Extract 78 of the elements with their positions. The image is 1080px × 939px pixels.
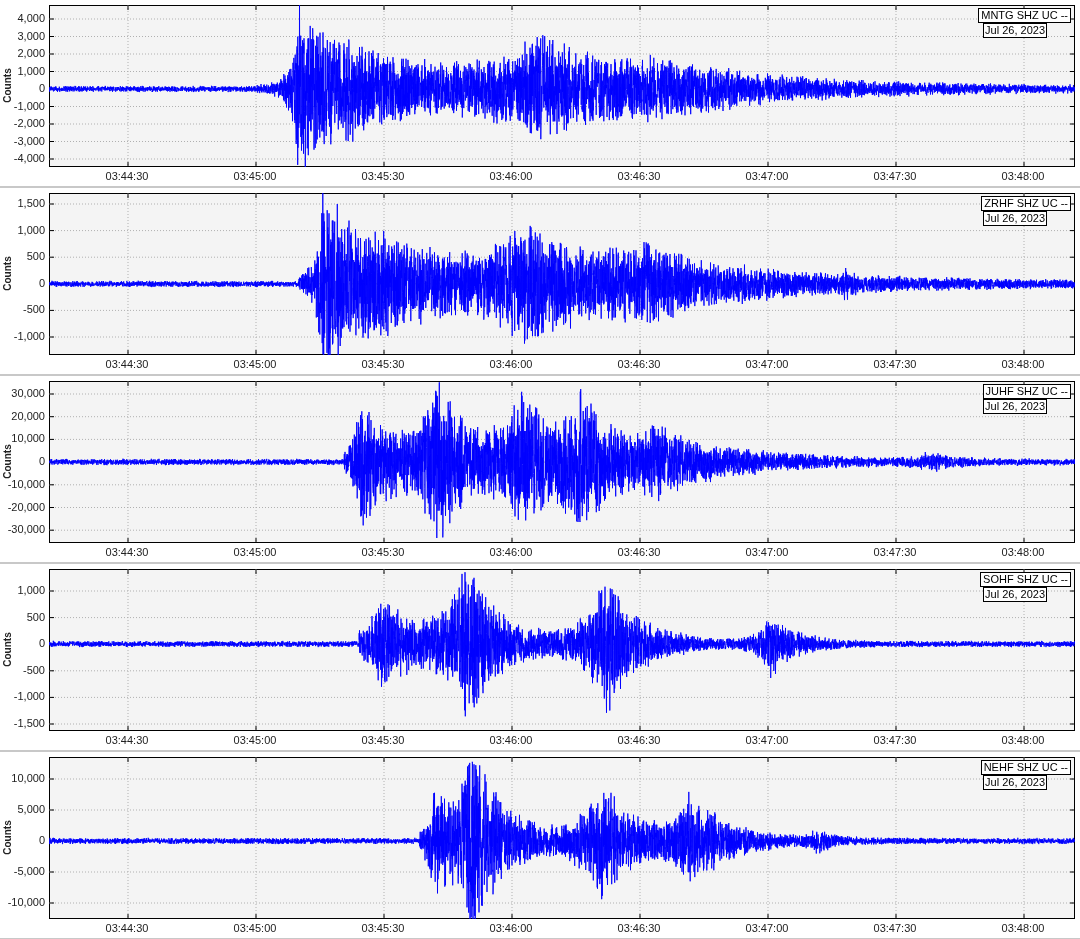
x-tick-label: 03:44:30: [104, 170, 150, 182]
y-tick-label: 10,000: [11, 432, 45, 445]
x-tick-label: 03:46:30: [616, 922, 662, 934]
station-label: SOHF SHZ UC --: [980, 572, 1071, 587]
x-tick-label: 03:44:30: [104, 734, 150, 746]
y-tick-label: -20,000: [6, 500, 45, 513]
y-tick-label: 10,000: [10, 772, 45, 784]
y-tick-label: -4,000: [12, 152, 45, 164]
x-tick-label: 03:45:00: [232, 358, 278, 370]
x-tick-label: 03:47:30: [872, 734, 918, 746]
x-tick-label: 03:48:00: [1000, 358, 1046, 370]
axis-label: Counts: [0, 631, 14, 669]
axis-label: Counts: [0, 444, 14, 480]
date-label: Jul 26, 2023: [983, 587, 1047, 602]
station-label: NEHF SHZ UC --: [980, 760, 1071, 775]
x-tick-label: 03:47:00: [744, 546, 790, 558]
y-tick-label: -1,000: [12, 330, 45, 342]
y-tick-label: -3,000: [12, 134, 45, 147]
y-tick-label: -5,000: [12, 865, 45, 877]
y-tick-label: -10,000: [6, 896, 45, 908]
x-tick-label: 03:44:30: [104, 358, 150, 370]
date-label: Jul 26, 2023: [983, 399, 1047, 414]
x-tick-label: 03:46:00: [488, 734, 534, 746]
date-label: Jul 26, 2023: [983, 775, 1047, 790]
x-tick-label: 03:48:00: [1000, 922, 1046, 934]
x-tick-label: 03:48:00: [1000, 546, 1046, 558]
x-tick-label: 03:47:30: [872, 922, 918, 934]
x-tick-label: 03:46:00: [488, 170, 534, 182]
y-tick-label: -2,000: [12, 117, 45, 129]
x-tick-label: 03:47:00: [744, 734, 790, 746]
x-tick-label: 03:48:00: [1000, 170, 1046, 182]
x-tick-label: 03:47:30: [872, 358, 918, 370]
y-tick-label: 1,500: [16, 197, 45, 209]
x-tick-label: 03:45:00: [232, 546, 278, 558]
y-tick-label: -1,000: [12, 690, 45, 703]
station-label: JUHF SHZ UC --: [982, 384, 1071, 399]
x-tick-label: 03:48:00: [1000, 734, 1046, 746]
y-tick-label: -30,000: [6, 523, 45, 536]
x-tick-label: 03:47:00: [744, 358, 790, 370]
axis-label: Counts: [0, 67, 14, 105]
date-label: Jul 26, 2023: [983, 211, 1047, 226]
x-tick-label: 03:45:30: [360, 546, 406, 558]
y-tick-label: 20,000: [10, 409, 45, 422]
x-tick-label: 03:46:30: [616, 170, 662, 182]
x-tick-label: 03:45:30: [360, 170, 406, 182]
station-label: MNTG SHZ UC --: [978, 8, 1071, 23]
x-tick-label: 03:45:00: [232, 734, 278, 746]
x-tick-label: 03:45:30: [360, 734, 406, 746]
x-tick-label: 03:46:00: [488, 922, 534, 934]
axis-label: Counts: [0, 255, 14, 293]
x-tick-label: 03:46:00: [488, 358, 534, 370]
x-tick-label: 03:47:30: [872, 170, 918, 182]
x-tick-label: 03:46:30: [616, 546, 662, 558]
y-tick-label: 3,000: [16, 29, 45, 42]
y-tick-label: 1,000: [16, 223, 45, 236]
x-tick-label: 03:44:30: [104, 546, 150, 558]
x-tick-label: 03:46:00: [488, 546, 534, 558]
x-tick-label: 03:46:30: [616, 734, 662, 746]
x-tick-label: 03:45:00: [232, 922, 278, 934]
x-tick-label: 03:47:00: [744, 922, 790, 934]
x-tick-label: 03:45:30: [360, 922, 406, 934]
x-tick-label: 03:44:30: [104, 922, 150, 934]
y-tick-label: -1,500: [12, 717, 45, 729]
y-tick-label: 4,000: [16, 12, 45, 24]
station-label: ZRHF SHZ UC --: [981, 196, 1071, 211]
date-label: Jul 26, 2023: [983, 23, 1047, 38]
x-tick-label: 03:45:30: [360, 358, 406, 370]
x-tick-label: 03:47:00: [744, 170, 790, 182]
x-tick-label: 03:45:00: [232, 170, 278, 182]
axis-label: Counts: [0, 819, 14, 857]
x-tick-label: 03:47:30: [872, 546, 918, 558]
y-tick-label: 5,000: [16, 803, 45, 815]
y-tick-label: 500: [25, 610, 45, 623]
y-tick-label: -500: [21, 303, 45, 316]
y-tick-label: 2,000: [16, 47, 45, 59]
y-tick-label: 1,000: [16, 584, 45, 596]
x-tick-label: 03:46:30: [616, 358, 662, 370]
y-tick-label: 30,000: [10, 387, 45, 399]
